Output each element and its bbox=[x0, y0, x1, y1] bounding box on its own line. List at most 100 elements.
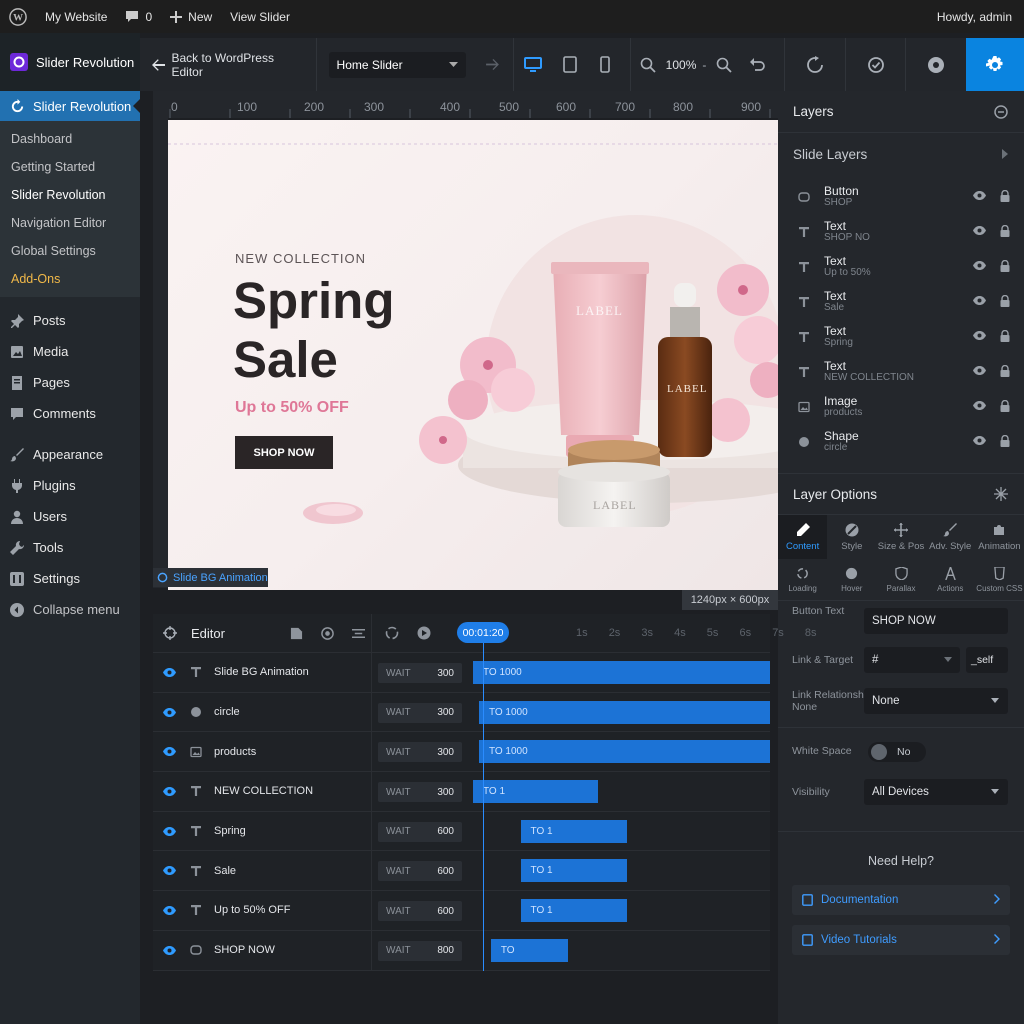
lock-icon[interactable] bbox=[1000, 330, 1010, 342]
layer-visibility-toggle[interactable] bbox=[973, 436, 986, 445]
layer-row[interactable]: Text Sale bbox=[778, 284, 1024, 319]
tab-size-pos[interactable]: Size & Pos bbox=[876, 515, 925, 559]
lock-icon[interactable] bbox=[1000, 225, 1010, 237]
slide-bg-animation-badge[interactable]: Slide BG Animation bbox=[153, 568, 268, 587]
zoom-level[interactable]: 100% - bbox=[666, 38, 707, 91]
sidebar-collapse-menu[interactable]: Collapse menu bbox=[0, 594, 140, 625]
sidebar-item-media[interactable]: Media bbox=[0, 336, 140, 367]
slider-select[interactable]: Home Slider bbox=[328, 51, 467, 78]
layer-visibility-toggle[interactable] bbox=[973, 261, 986, 270]
tab-animation[interactable]: Animation bbox=[975, 515, 1024, 559]
layer-lock-toggle[interactable] bbox=[1000, 295, 1010, 307]
zoom-in-button[interactable] bbox=[706, 38, 741, 91]
timeline-animation-bar[interactable]: TO 1 bbox=[520, 899, 628, 923]
eyebrow-text[interactable]: NEW COLLECTION bbox=[235, 251, 366, 266]
timeline-animation-bar[interactable]: TO bbox=[490, 938, 569, 962]
timeline-row[interactable]: Sale WAIT 600 TO 1 bbox=[153, 851, 770, 892]
layer-lock-toggle[interactable] bbox=[1000, 365, 1010, 377]
headline-sale[interactable]: Sale bbox=[233, 332, 338, 388]
layer-row[interactable]: Shape circle bbox=[778, 424, 1024, 459]
sidebar-item-settings[interactable]: Settings bbox=[0, 563, 140, 594]
layers-stack-icon[interactable] bbox=[994, 104, 1008, 119]
layer-lock-toggle[interactable] bbox=[1000, 225, 1010, 237]
refresh-button[interactable] bbox=[785, 38, 845, 91]
preview-button[interactable] bbox=[846, 38, 906, 91]
loop-icon[interactable] bbox=[385, 626, 399, 640]
timeline-animation-bar[interactable]: TO 1 bbox=[520, 859, 628, 883]
headline-spring[interactable]: Spring bbox=[233, 273, 395, 329]
layer-visibility-toggle[interactable] bbox=[973, 191, 986, 200]
layer-visibility-toggle[interactable] bbox=[973, 296, 986, 305]
lock-icon[interactable] bbox=[1000, 365, 1010, 377]
mobile-view-button[interactable] bbox=[587, 38, 622, 91]
wait-field[interactable]: WAIT 300 bbox=[378, 742, 462, 763]
timeline-animation-bar[interactable]: TO 1000 bbox=[473, 661, 770, 684]
video-tutorials-link[interactable]: Video Tutorials bbox=[792, 925, 1010, 955]
wait-field[interactable]: WAIT 300 bbox=[378, 702, 462, 723]
lock-icon[interactable] bbox=[1000, 435, 1010, 447]
timeline-row[interactable]: Up to 50% OFF WAIT 600 TO 1 bbox=[153, 891, 770, 931]
slide-layers-header[interactable]: Slide Layers bbox=[778, 133, 1024, 175]
undo-button[interactable] bbox=[741, 38, 774, 91]
subtab-custom-css[interactable]: Custom CSS bbox=[975, 559, 1024, 600]
timeline-animation-bar[interactable]: TO 1 bbox=[473, 780, 598, 804]
layer-visibility-toggle[interactable] bbox=[973, 366, 986, 375]
align-icon[interactable] bbox=[351, 627, 365, 640]
wait-field[interactable]: WAIT 300 bbox=[378, 782, 462, 803]
export-icon[interactable] bbox=[290, 627, 303, 640]
link-input[interactable]: # bbox=[864, 647, 960, 673]
eye-icon[interactable] bbox=[163, 905, 176, 915]
tablet-view-button[interactable] bbox=[553, 38, 588, 91]
sidebar-item-pages[interactable]: Pages bbox=[0, 367, 140, 398]
timeline-row[interactable]: Spring WAIT 600 TO 1 bbox=[153, 811, 770, 852]
eye-icon[interactable] bbox=[973, 261, 986, 270]
eye-icon[interactable] bbox=[973, 226, 986, 235]
submenu-slider-revolution[interactable]: Slider Revolution bbox=[0, 181, 140, 209]
eye-icon[interactable] bbox=[163, 866, 176, 876]
eye-icon[interactable] bbox=[163, 707, 176, 717]
timeline-animation-bar[interactable]: TO 1 bbox=[520, 819, 628, 843]
submenu-add-ons[interactable]: Add-Ons bbox=[0, 265, 140, 293]
site-name-link[interactable]: My Website bbox=[36, 0, 116, 33]
zoom-out-button[interactable] bbox=[631, 38, 666, 91]
link-relationship-select[interactable]: None bbox=[864, 688, 1008, 714]
eye-icon[interactable] bbox=[973, 436, 986, 445]
timeline-row[interactable]: circle WAIT 300 TO 1000 bbox=[153, 692, 770, 733]
wp-logo-button[interactable]: W bbox=[0, 0, 36, 33]
lock-icon[interactable] bbox=[1000, 400, 1010, 412]
lock-icon[interactable] bbox=[1000, 190, 1010, 202]
offer-text[interactable]: Up to 50% OFF bbox=[235, 399, 349, 417]
target-select[interactable]: _self bbox=[966, 647, 1008, 673]
subtab-hover[interactable]: Hover bbox=[827, 559, 876, 600]
sidebar-item-tools[interactable]: Tools bbox=[0, 532, 140, 563]
sidebar-item-appearance[interactable]: Appearance bbox=[0, 439, 140, 470]
wait-field[interactable]: WAIT 600 bbox=[378, 861, 462, 882]
subtab-actions[interactable]: Actions bbox=[926, 559, 975, 600]
timeline-row[interactable]: NEW COLLECTION WAIT 300 TO 1 bbox=[153, 772, 770, 812]
sidebar-brand[interactable]: Slider Revolution bbox=[0, 33, 140, 91]
back-to-editor-button[interactable]: Back to WordPress Editor bbox=[140, 38, 316, 91]
sidebar-item-plugins[interactable]: Plugins bbox=[0, 470, 140, 501]
submenu-getting-started[interactable]: Getting Started bbox=[0, 153, 140, 181]
view-slider-link[interactable]: View Slider bbox=[221, 0, 299, 33]
target-icon[interactable] bbox=[321, 626, 334, 640]
tab-content[interactable]: Content bbox=[778, 515, 828, 559]
timeline-time-indicator[interactable]: 00:01:20 bbox=[457, 622, 509, 643]
account-menu[interactable]: Howdy, admin bbox=[928, 0, 1024, 33]
subtab-parallax[interactable]: Parallax bbox=[876, 559, 925, 600]
eye-icon[interactable] bbox=[163, 667, 176, 677]
eye-icon[interactable] bbox=[973, 191, 986, 200]
sidebar-item-posts[interactable]: Posts bbox=[0, 305, 140, 336]
timeline-animation-bar[interactable]: TO 1000 bbox=[478, 700, 770, 724]
layer-row[interactable]: Text Spring bbox=[778, 319, 1024, 354]
documentation-link[interactable]: Documentation bbox=[792, 885, 1010, 915]
layer-row[interactable]: Text SHOP NO bbox=[778, 214, 1024, 249]
wait-field[interactable]: WAIT 600 bbox=[378, 901, 462, 922]
layer-lock-toggle[interactable] bbox=[1000, 400, 1010, 412]
timeline-row[interactable]: Slide BG Animation WAIT 300 TO 1000 bbox=[153, 653, 770, 693]
eye-icon[interactable] bbox=[973, 366, 986, 375]
wait-field[interactable]: WAIT 600 bbox=[378, 821, 462, 842]
layer-lock-toggle[interactable] bbox=[1000, 435, 1010, 447]
layer-row[interactable]: Text NEW COLLECTION bbox=[778, 354, 1024, 389]
sidebar-item-slider-revolution[interactable]: Slider Revolution bbox=[0, 91, 140, 121]
